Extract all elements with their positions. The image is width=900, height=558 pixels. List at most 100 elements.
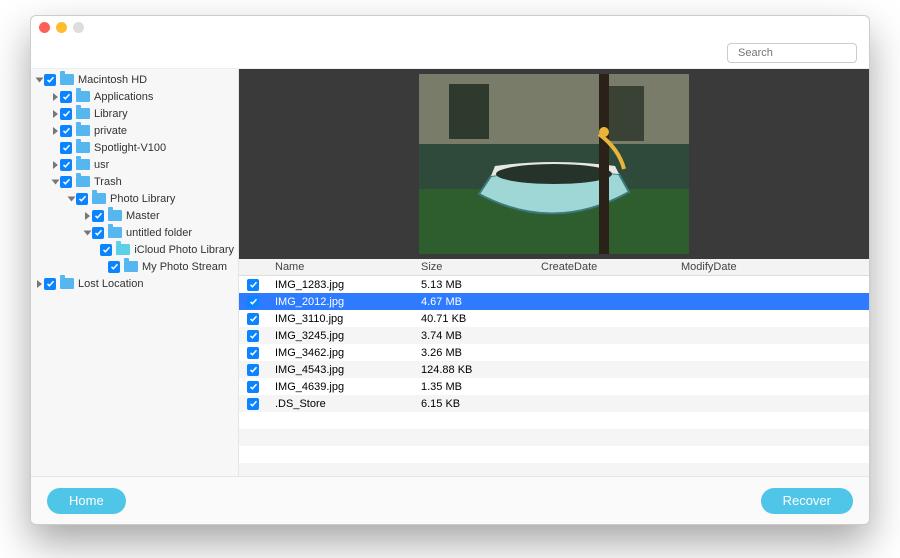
checkbox-icon[interactable] (60, 142, 72, 154)
checkbox-icon[interactable] (92, 227, 104, 239)
file-name: IMG_4543.jpg (271, 364, 421, 376)
tree-item[interactable]: Macintosh HD (31, 71, 238, 88)
file-row[interactable]: IMG_3462.jpg3.26 MB (239, 344, 869, 361)
file-size: 124.88 KB (421, 364, 541, 376)
checkbox-icon[interactable] (100, 244, 112, 256)
checkbox-icon[interactable] (247, 347, 259, 359)
file-row[interactable]: IMG_1283.jpg5.13 MB (239, 276, 869, 293)
file-name: IMG_4639.jpg (271, 381, 421, 393)
tree-item[interactable]: untitled folder (31, 224, 238, 241)
disclosure-icon[interactable] (53, 110, 58, 118)
tree-item-label: usr (94, 159, 109, 171)
col-size[interactable]: Size (421, 261, 541, 273)
tree-item[interactable]: Spotlight-V100 (31, 139, 238, 156)
tree-item[interactable]: Library (31, 105, 238, 122)
file-name: IMG_1283.jpg (271, 279, 421, 291)
folder-icon (60, 278, 74, 289)
footer: Home Recover (31, 476, 869, 524)
tree-item[interactable]: iCloud Photo Library (31, 241, 238, 258)
file-size: 3.74 MB (421, 330, 541, 342)
disclosure-icon[interactable] (84, 230, 92, 235)
sidebar-tree[interactable]: Macintosh HD Applications Library privateSp… (31, 69, 239, 476)
preview-image (419, 74, 689, 254)
disclosure-icon[interactable] (68, 196, 76, 201)
folder-icon (116, 244, 130, 255)
file-table: Name Size CreateDate ModifyDate IMG_1283… (239, 259, 869, 476)
tree-item-label: My Photo Stream (142, 261, 227, 273)
tree-item-label: untitled folder (126, 227, 192, 239)
checkbox-icon[interactable] (60, 108, 72, 120)
checkbox-icon[interactable] (60, 125, 72, 137)
checkbox-icon[interactable] (247, 398, 259, 410)
file-row[interactable]: IMG_3245.jpg3.74 MB (239, 327, 869, 344)
file-name: IMG_3462.jpg (271, 347, 421, 359)
tree-item-label: Applications (94, 91, 153, 103)
table-header: Name Size CreateDate ModifyDate (239, 259, 869, 276)
search-field[interactable] (727, 43, 857, 63)
recover-button[interactable]: Recover (761, 488, 853, 514)
checkbox-icon[interactable] (44, 278, 56, 290)
file-size: 3.26 MB (421, 347, 541, 359)
file-name: IMG_3110.jpg (271, 313, 421, 325)
checkbox-icon[interactable] (247, 313, 259, 325)
tree-item[interactable]: Trash (31, 173, 238, 190)
disclosure-icon[interactable] (52, 179, 60, 184)
home-button[interactable]: Home (47, 488, 126, 514)
col-create[interactable]: CreateDate (541, 261, 681, 273)
tree-item-label: Library (94, 108, 128, 120)
disclosure-icon[interactable] (36, 77, 44, 82)
checkbox-icon[interactable] (60, 176, 72, 188)
tree-item[interactable]: Photo Library (31, 190, 238, 207)
file-name: IMG_3245.jpg (271, 330, 421, 342)
empty-row (239, 463, 869, 476)
checkbox-icon[interactable] (44, 74, 56, 86)
folder-icon (124, 261, 138, 272)
checkbox-icon[interactable] (247, 381, 259, 393)
file-size: 5.13 MB (421, 279, 541, 291)
checkbox-icon[interactable] (247, 279, 259, 291)
zoom-icon[interactable] (73, 22, 84, 33)
checkbox-icon[interactable] (108, 261, 120, 273)
disclosure-icon[interactable] (53, 127, 58, 135)
checkbox-icon[interactable] (92, 210, 104, 222)
folder-icon (76, 142, 90, 153)
file-row[interactable]: IMG_3110.jpg40.71 KB (239, 310, 869, 327)
close-icon[interactable] (39, 22, 50, 33)
file-row[interactable]: IMG_4639.jpg1.35 MB (239, 378, 869, 395)
checkbox-icon[interactable] (60, 91, 72, 103)
folder-icon (108, 227, 122, 238)
tree-item-label: iCloud Photo Library (134, 244, 234, 256)
checkbox-icon[interactable] (247, 364, 259, 376)
checkbox-icon[interactable] (76, 193, 88, 205)
tree-item[interactable]: Lost Location (31, 275, 238, 292)
col-modify[interactable]: ModifyDate (681, 261, 869, 273)
folder-icon (76, 108, 90, 119)
folder-icon (76, 176, 90, 187)
minimize-icon[interactable] (56, 22, 67, 33)
file-row[interactable]: IMG_4543.jpg124.88 KB (239, 361, 869, 378)
tree-item[interactable]: Applications (31, 88, 238, 105)
preview-pane (239, 69, 869, 259)
folder-icon (92, 193, 106, 204)
tree-item[interactable]: My Photo Stream (31, 258, 238, 275)
disclosure-icon[interactable] (53, 93, 58, 101)
empty-row (239, 446, 869, 463)
folder-icon (76, 159, 90, 170)
checkbox-icon[interactable] (60, 159, 72, 171)
tree-item[interactable]: private (31, 122, 238, 139)
tree-item-label: Photo Library (110, 193, 175, 205)
search-input[interactable] (738, 47, 870, 59)
checkbox-icon[interactable] (247, 296, 259, 308)
folder-icon (60, 74, 74, 85)
disclosure-icon[interactable] (53, 161, 58, 169)
disclosure-icon[interactable] (85, 212, 90, 220)
tree-item[interactable]: usr (31, 156, 238, 173)
tree-item-label: Lost Location (78, 278, 143, 290)
file-row[interactable]: .DS_Store6.15 KB (239, 395, 869, 412)
col-name[interactable]: Name (271, 261, 421, 273)
tree-item-label: Master (126, 210, 160, 222)
tree-item[interactable]: Master (31, 207, 238, 224)
checkbox-icon[interactable] (247, 330, 259, 342)
file-row[interactable]: IMG_2012.jpg4.67 MB (239, 293, 869, 310)
disclosure-icon[interactable] (37, 280, 42, 288)
